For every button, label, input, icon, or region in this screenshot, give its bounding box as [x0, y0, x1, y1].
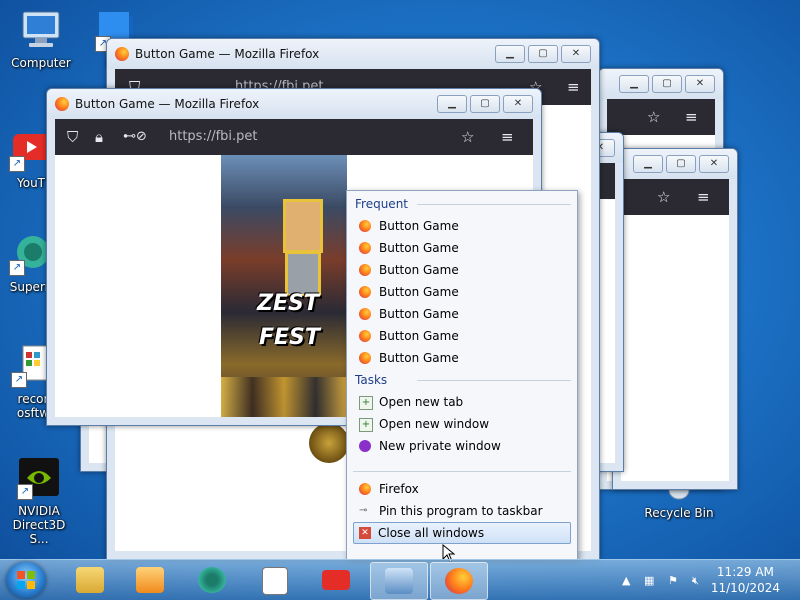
media-player-icon [136, 567, 164, 593]
maximize-button[interactable]: ▢ [528, 45, 558, 63]
url-bar[interactable]: https://fbi.pet [169, 129, 258, 144]
computer-icon [19, 8, 63, 52]
firefox-icon [359, 286, 371, 298]
menu-icon[interactable]: ≡ [501, 128, 514, 146]
desktop-label: NVIDIA Direct3D S... [12, 504, 66, 546]
frequent-item[interactable]: Button Game [347, 237, 577, 259]
firefox-icon [359, 264, 371, 276]
frequent-item[interactable]: Button Game [347, 347, 577, 369]
shortcut-arrow-icon: ↗ [9, 156, 25, 172]
taskbar-control-panel[interactable] [370, 562, 428, 600]
street-lights [221, 377, 347, 417]
page-image: ZEST FEST [221, 155, 347, 417]
maximize-button[interactable]: ▢ [470, 95, 500, 113]
frequent-item[interactable]: Button Game [347, 325, 577, 347]
taskbar-youtube[interactable] [308, 562, 364, 598]
minimize-button[interactable]: ▁ [495, 45, 525, 63]
close-button[interactable]: ✕ [561, 45, 591, 63]
close-red-icon: ✕ [359, 527, 371, 539]
firefox-jump-list: Frequent Button Game Button Game Button … [346, 190, 578, 560]
caption-fest: FEST [259, 325, 320, 350]
menu-icon[interactable]: ≡ [697, 188, 710, 206]
document-icon [262, 567, 288, 595]
firefox-icon [359, 242, 371, 254]
firefox-icon [359, 352, 371, 364]
control-panel-icon [385, 568, 413, 594]
taskbar: ▲ ▦ ⚑ 🔇︎ 11:29 AM 11/10/2024 [0, 559, 800, 600]
show-hidden-icons-arrow[interactable]: ▲ [622, 574, 630, 587]
shortcut-arrow-icon: ↗ [11, 372, 27, 388]
task-new-private-window[interactable]: New private window [347, 435, 577, 457]
clock[interactable]: 11:29 AM 11/10/2024 [711, 564, 780, 596]
folder-icon [76, 567, 104, 593]
desktop-icon-nvidia[interactable]: ↗ NVIDIA Direct3D S... [2, 456, 76, 546]
firefox-icon [445, 568, 473, 594]
program-firefox[interactable]: Firefox [347, 478, 577, 500]
taskbar-document[interactable] [246, 562, 302, 598]
frequent-header: Frequent [347, 193, 577, 215]
frequent-item[interactable]: Button Game [347, 259, 577, 281]
firefox-icon [359, 330, 371, 342]
pin-to-taskbar[interactable]: ⊸ Pin this program to taskbar [347, 500, 577, 522]
desktop-label: Computer [11, 56, 71, 70]
shield-icon[interactable]: ⛉ [67, 128, 78, 146]
separator [353, 471, 571, 472]
action-center-flag-icon[interactable]: ⚑ [668, 574, 678, 587]
taskbar-firefox[interactable] [430, 562, 488, 600]
volume-muted-icon[interactable]: 🔇︎ [692, 574, 699, 588]
bookmark-star-icon[interactable]: ☆ [461, 128, 474, 146]
frequent-item[interactable]: Button Game [347, 281, 577, 303]
desktop-label: Recycle Bin [644, 506, 714, 520]
permissions-icon[interactable]: ⊷⊘ [123, 128, 147, 146]
task-open-new-window[interactable]: + Open new window [347, 413, 577, 435]
window-title: Button Game — Mozilla Firefox [75, 97, 260, 111]
desktop-icon-computer[interactable]: Computer [4, 8, 78, 70]
billboard [283, 199, 323, 253]
taskbar-explorer[interactable] [62, 562, 118, 598]
tasks-header: Tasks [347, 369, 577, 391]
shortcut-arrow-icon: ↗ [17, 484, 33, 500]
frequent-item[interactable]: Button Game [347, 215, 577, 237]
firefox-logo-icon [115, 47, 129, 61]
bookmark-star-icon[interactable]: ☆ [657, 188, 670, 206]
shortcut-arrow-icon: ↗ [9, 260, 25, 276]
menu-icon[interactable]: ≡ [685, 108, 698, 126]
date: 11/10/2024 [710, 581, 780, 595]
menu-icon[interactable]: ≡ [567, 78, 580, 96]
youtube-icon [322, 570, 350, 590]
firefox-icon [359, 308, 371, 320]
plus-icon: + [359, 418, 373, 432]
page-image-bottom [309, 423, 349, 463]
nvidia-icon: ↗ [17, 456, 61, 500]
windows-logo-icon [17, 571, 35, 589]
close-button[interactable]: ✕ [503, 95, 533, 113]
plus-icon: + [359, 396, 373, 410]
firefox-logo-icon [55, 97, 69, 111]
bookmark-star-icon[interactable]: ☆ [647, 108, 660, 126]
firefox-icon [359, 483, 371, 495]
pin-icon: ⊸ [359, 505, 368, 516]
start-button[interactable] [6, 562, 46, 598]
taskbar-media-player[interactable] [122, 562, 178, 598]
caption-zest: ZEST [257, 291, 319, 316]
close-all-windows[interactable]: ✕ Close all windows [353, 522, 571, 544]
firefox-icon [359, 220, 371, 232]
lock-icon[interactable]: 🔒︎ [95, 128, 103, 146]
time: 11:29 AM [716, 565, 774, 579]
private-mask-icon [359, 440, 371, 452]
app-icon [198, 567, 226, 593]
window-title: Button Game — Mozilla Firefox [135, 47, 320, 61]
minimize-button[interactable]: ▁ [437, 95, 467, 113]
firefox-window-stack-2[interactable]: ▁ ▢ ✕ ☆ ≡ [612, 148, 738, 490]
frequent-item[interactable]: Button Game [347, 303, 577, 325]
task-open-new-tab[interactable]: + Open new tab [347, 391, 577, 413]
network-icon[interactable]: ▦ [644, 574, 654, 587]
taskbar-app[interactable] [184, 562, 240, 598]
